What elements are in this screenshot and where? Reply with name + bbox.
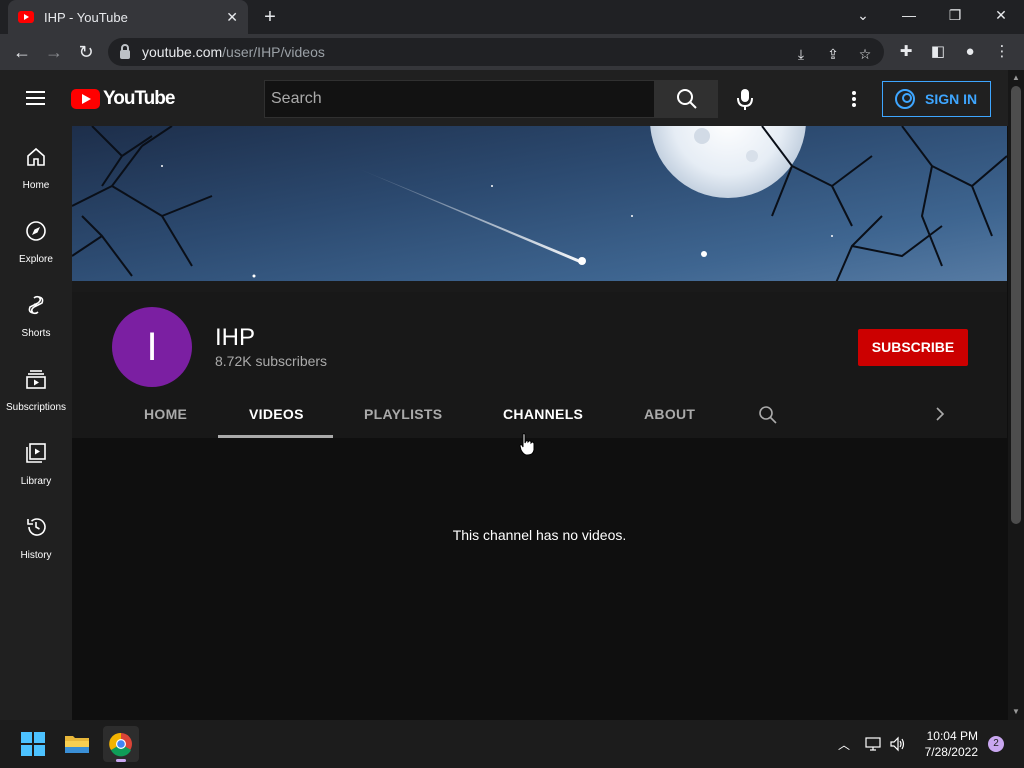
left-guide: Home Explore Shorts Subscriptions Librar… — [0, 126, 72, 720]
guide-item-label: Explore — [19, 254, 53, 265]
tab-about[interactable]: ABOUT — [644, 406, 695, 422]
settings-menu-icon[interactable] — [852, 91, 856, 107]
reload-button[interactable]: ↻ — [74, 40, 98, 64]
start-windows-icon[interactable] — [15, 726, 51, 762]
subscribe-button[interactable]: SUBSCRIBE — [858, 329, 968, 366]
shorts-icon — [28, 295, 44, 315]
scroll-down-arrow-icon[interactable]: ▼ — [1008, 704, 1024, 720]
search-input[interactable]: Search — [264, 80, 655, 118]
notification-badge[interactable]: 2 — [988, 736, 1004, 752]
youtube-logo-text: YouTube — [103, 88, 175, 109]
guide-item-label: Subscriptions — [5, 402, 67, 413]
guide-item-label: Library — [20, 476, 52, 487]
youtube-favicon-icon — [18, 11, 34, 23]
clock-time: 10:04 PM — [926, 729, 978, 743]
new-tab-button[interactable]: + — [258, 5, 282, 29]
tab-search-chevron-icon[interactable]: ⌄ — [840, 0, 886, 34]
tab-close-icon[interactable]: ✕ — [226, 9, 238, 26]
microphone-icon — [737, 89, 753, 110]
youtube-play-icon — [71, 89, 100, 109]
scroll-up-arrow-icon[interactable]: ▲ — [1008, 70, 1024, 86]
tabs-next-button[interactable] — [934, 406, 946, 427]
browser-menu-icon[interactable]: ⋮ — [992, 42, 1012, 62]
close-window-button[interactable]: ✕ — [978, 0, 1024, 34]
profile-icon[interactable]: ● — [960, 42, 980, 62]
guide-item-library[interactable]: Library — [0, 422, 72, 496]
bookmark-star-icon[interactable]: ☆ — [856, 45, 874, 63]
sign-in-button[interactable]: SIGN IN — [882, 81, 991, 117]
voice-search-button[interactable] — [734, 87, 756, 111]
channel-avatar[interactable]: I — [112, 307, 192, 387]
channel-banner — [72, 126, 1007, 292]
guide-item-label: Home — [22, 180, 50, 191]
youtube-logo[interactable]: YouTube — [71, 88, 175, 110]
tab-title: IHP - YouTube — [44, 9, 128, 25]
browser-tab-bar: IHP - YouTube ✕ + ⌄ — ❐ ✕ — [0, 0, 1024, 34]
guide-item-subscriptions[interactable]: Subscriptions — [0, 348, 72, 422]
chrome-taskbar-icon[interactable] — [103, 726, 139, 762]
scrollbar-thumb[interactable] — [1011, 86, 1021, 524]
subscriber-count: 8.72K subscribers — [215, 353, 328, 369]
guide-item-home[interactable]: Home — [0, 126, 72, 200]
share-icon[interactable]: ⇪ — [824, 45, 842, 63]
active-tab-indicator — [218, 435, 333, 438]
network-icon[interactable] — [865, 736, 881, 757]
channel-search-button[interactable] — [758, 405, 778, 430]
url-host: youtube.com — [142, 44, 223, 60]
guide-item-shorts[interactable]: Shorts — [0, 274, 72, 348]
browser-tab[interactable]: IHP - YouTube ✕ — [8, 0, 248, 34]
compass-icon — [26, 221, 46, 241]
minimize-button[interactable]: — — [886, 0, 932, 34]
install-app-icon[interactable]: ⤓ — [792, 45, 810, 63]
tray-chevron-up-icon[interactable]: ︿ — [838, 736, 850, 753]
home-icon — [27, 147, 45, 166]
tab-home[interactable]: HOME — [144, 406, 187, 422]
banner-image — [72, 126, 1007, 292]
side-panel-icon[interactable]: ◧ — [928, 42, 948, 62]
channel-name: IHP — [215, 324, 256, 351]
extensions-puzzle-icon[interactable]: ✚ — [896, 42, 916, 62]
url-path: /user/IHP/videos — [222, 44, 325, 60]
browser-toolbar: ← → ↻ youtube.com/user/IHP/videos ⤓ ⇪ ☆ — [0, 34, 1024, 70]
library-icon — [26, 443, 46, 463]
search-icon — [759, 406, 777, 424]
hand-cursor-icon — [519, 433, 535, 462]
forward-button[interactable]: → — [42, 40, 66, 64]
tab-videos[interactable]: VIDEOS — [249, 406, 304, 422]
guide-item-label: History — [20, 550, 52, 561]
chevron-right-icon — [936, 407, 945, 421]
guide-item-label: Shorts — [21, 328, 51, 339]
address-bar[interactable]: youtube.com/user/IHP/videos ⤓ ⇪ ☆ — [108, 38, 884, 66]
clock-date: 7/28/2022 — [924, 745, 978, 759]
lock-icon[interactable] — [120, 43, 130, 59]
account-icon — [895, 89, 915, 109]
search-button[interactable] — [655, 80, 718, 118]
guide-menu-icon[interactable] — [26, 91, 45, 105]
restore-button[interactable]: ❐ — [932, 0, 978, 34]
guide-item-history[interactable]: History — [0, 496, 72, 570]
subscriptions-icon — [26, 370, 46, 389]
youtube-header: YouTube Search SIGN IN — [0, 70, 1008, 126]
tab-channels[interactable]: CHANNELS — [503, 406, 583, 422]
sign-in-label: SIGN IN — [925, 91, 978, 107]
search-icon — [677, 89, 697, 109]
guide-item-explore[interactable]: Explore — [0, 200, 72, 274]
back-button[interactable]: ← — [10, 40, 34, 64]
history-icon — [27, 518, 46, 536]
tab-playlists[interactable]: PLAYLISTS — [364, 406, 442, 422]
taskbar-clock[interactable]: 10:04 PM 7/28/2022 — [918, 728, 978, 760]
windows-taskbar: ︿ — [0, 720, 1024, 768]
file-explorer-icon[interactable] — [59, 726, 95, 762]
channel-header: I IHP 8.72K subscribers SUBSCRIBE HOME V… — [72, 292, 1007, 438]
volume-icon[interactable] — [889, 736, 907, 757]
empty-videos-message: This channel has no videos. — [452, 527, 627, 543]
